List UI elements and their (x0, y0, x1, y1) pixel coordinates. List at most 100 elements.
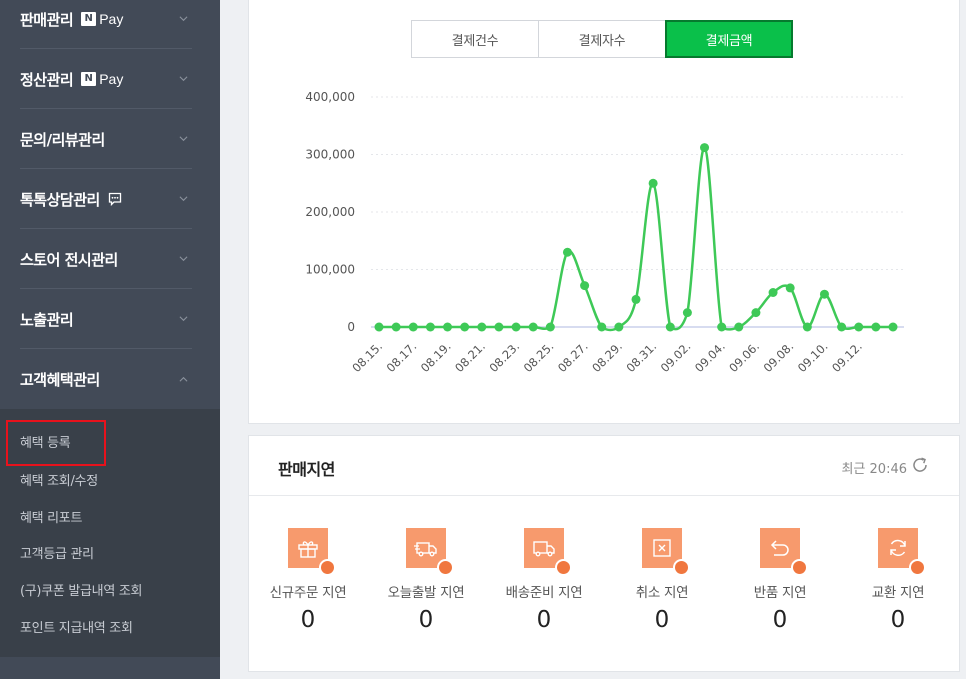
delay-label: 신규주문 지연 (269, 585, 347, 601)
y-tick-label: 0 (347, 320, 355, 334)
exchange-icon (878, 528, 926, 576)
delay-count: 0 (300, 607, 316, 633)
delay-label: 배송준비 지연 (505, 585, 583, 601)
delay-new-order[interactable]: 신규주문 지연 0 (249, 528, 367, 633)
menu-label: 문의/리뷰관리 (20, 130, 105, 149)
npay-logo: N Pay (81, 11, 123, 27)
highlight-box (6, 420, 106, 466)
data-point[interactable] (597, 322, 607, 332)
y-tick-label: 400,000 (305, 90, 355, 104)
data-point[interactable] (648, 178, 658, 188)
data-point[interactable] (545, 322, 555, 332)
menu-exposure[interactable]: 노출관리 (20, 290, 192, 349)
data-point[interactable] (443, 322, 453, 332)
x-tick-label: 09.08. (761, 339, 797, 375)
clock-icon (437, 559, 454, 576)
x-tick-label: 08.25. (521, 339, 557, 375)
data-point[interactable] (425, 322, 435, 332)
delay-label: 취소 지연 (635, 585, 689, 601)
data-point[interactable] (785, 283, 795, 293)
data-point[interactable] (682, 308, 692, 318)
data-point[interactable] (837, 322, 847, 332)
menu-customer-benefit[interactable]: 고객혜택관리 (20, 350, 192, 409)
menu-inquiry-review[interactable]: 문의/리뷰관리 (20, 110, 192, 169)
data-point[interactable] (477, 322, 487, 332)
data-point[interactable] (580, 281, 590, 291)
data-point[interactable] (768, 288, 778, 297)
y-tick-label: 300,000 (305, 148, 355, 162)
delay-exchange[interactable]: 교환 지연 0 (839, 528, 957, 633)
delay-return[interactable]: 반품 지연 0 (721, 528, 839, 633)
delay-label: 오늘출발 지연 (387, 585, 465, 601)
sidebar-footer (0, 657, 220, 679)
payment-line-chart: 0 100,000 200,000 300,000 400,000 08.15.08.17… (305, 90, 904, 375)
data-point[interactable] (460, 322, 470, 332)
x-tick-label: 08.17. (384, 339, 420, 375)
refresh-icon[interactable] (910, 455, 930, 475)
y-tick-label: 100,000 (305, 263, 355, 277)
submenu-point-history[interactable]: 포인트 지급내역 조회 (20, 617, 133, 636)
delay-header: 판매지연 최근 20:46 (249, 436, 959, 496)
chevron-down-icon (179, 256, 188, 262)
x-tick-label: 08.15. (349, 339, 385, 375)
fast-truck-icon (406, 528, 454, 576)
delay-count: 0 (890, 607, 906, 633)
delay-count: 0 (536, 607, 552, 633)
chat-icon (108, 192, 121, 206)
x-tick-label: 09.10. (795, 339, 831, 375)
submenu-benefit-edit[interactable]: 혜택 조회/수정 (20, 470, 98, 489)
data-point[interactable] (717, 322, 727, 332)
data-point[interactable] (511, 322, 521, 332)
data-point[interactable] (700, 143, 710, 153)
x-tick-label: 08.31. (623, 339, 659, 375)
chevron-down-icon (179, 196, 188, 202)
cancel-icon (642, 528, 690, 576)
data-point[interactable] (854, 322, 864, 332)
truck-icon (524, 528, 572, 576)
delay-shipping-prep[interactable]: 배송준비 지연 0 (485, 528, 603, 633)
menu-label: 스토어 전시관리 (20, 250, 118, 269)
data-point[interactable] (751, 308, 761, 318)
y-tick-label: 200,000 (305, 205, 355, 219)
delay-title: 판매지연 (278, 460, 335, 479)
data-point[interactable] (614, 322, 624, 332)
data-point[interactable] (391, 322, 401, 332)
menu-store-display[interactable]: 스토어 전시관리 (20, 230, 192, 289)
menu-talktalk[interactable]: 톡톡상담관리 (20, 170, 192, 229)
clock-icon (791, 559, 808, 576)
delay-today-dispatch[interactable]: 오늘출발 지연 0 (367, 528, 485, 633)
data-point[interactable] (871, 322, 881, 332)
data-point[interactable] (888, 322, 898, 332)
data-point[interactable] (802, 322, 812, 332)
chevron-down-icon (179, 76, 188, 82)
data-point[interactable] (494, 322, 504, 332)
data-point[interactable] (562, 247, 572, 257)
chevron-up-icon (179, 376, 188, 382)
x-tick-label: 08.23. (486, 339, 522, 375)
x-tick-label: 08.29. (589, 339, 625, 375)
x-tick-label: 09.02. (658, 339, 694, 375)
data-point[interactable] (374, 322, 384, 332)
data-point[interactable] (665, 322, 675, 332)
data-point[interactable] (408, 322, 418, 332)
submenu-coupon-history[interactable]: (구)쿠폰 발급내역 조회 (20, 580, 142, 599)
data-point[interactable] (734, 322, 744, 332)
submenu-benefit-report[interactable]: 혜택 리포트 (20, 507, 82, 526)
clock-icon (909, 559, 926, 576)
data-point[interactable] (528, 322, 538, 332)
chevron-down-icon (179, 136, 188, 142)
x-tick-label: 09.12. (829, 339, 865, 375)
data-point[interactable] (631, 294, 641, 304)
x-tick-label: 08.27. (555, 339, 591, 375)
menu-settlement[interactable]: 정산관리 N Pay (20, 50, 192, 109)
menu-sales[interactable]: 판매관리 N Pay (20, 0, 192, 49)
submenu-customer-grade[interactable]: 고객등급 관리 (20, 543, 94, 562)
data-point[interactable] (819, 289, 829, 299)
x-tick-label: 09.06. (726, 339, 762, 375)
x-tick-label: 08.19. (418, 339, 454, 375)
delay-cancel[interactable]: 취소 지연 0 (603, 528, 721, 633)
return-icon (760, 528, 808, 576)
clock-icon (673, 559, 690, 576)
menu-label: 고객혜택관리 (20, 371, 100, 389)
x-tick-label: 09.04. (692, 339, 728, 375)
